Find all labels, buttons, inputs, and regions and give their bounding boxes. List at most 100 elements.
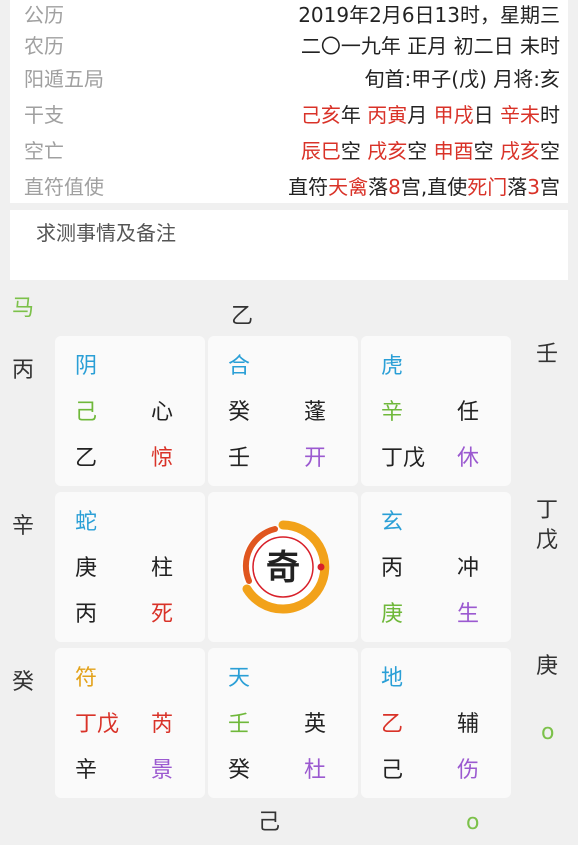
palace-god: 天 (228, 666, 251, 691)
palace-door: 惊 (151, 446, 174, 471)
info-label: 空亡 (24, 139, 64, 163)
kongwang-unit: 空 (473, 139, 500, 163)
palace-door: 杜 (304, 758, 327, 783)
kongwang-value: 辰巳空 戌亥空 申酉空 戌亥空 (301, 136, 560, 166)
palace-earth-stem: 丁戊 (381, 446, 426, 471)
palace-god: 地 (381, 666, 404, 691)
palace-heaven-stem: 庚 (75, 556, 98, 581)
outer-stem-right-bottom: 庚 (536, 654, 559, 679)
palace-star: 冲 (457, 556, 480, 581)
palace-dui[interactable]: 玄 丙 冲 庚 生 (361, 492, 511, 642)
ganzhi-unit: 月 (407, 103, 434, 127)
info-label: 干支 (24, 103, 64, 127)
kongwang-pair: 申酉 (433, 139, 474, 163)
kongwang-unit: 空 (540, 139, 560, 163)
palace-earth-stem: 庚 (381, 602, 404, 627)
outer-empty-circle-right: o (541, 720, 555, 745)
info-row-kongwang: 空亡 辰巳空 戌亥空 申酉空 戌亥空 (10, 136, 568, 166)
info-row-lunar-date: 农历 二〇一九年 正月 初二日 未时 (10, 31, 568, 61)
palace-god: 合 (228, 354, 251, 379)
outer-stem-right-top: 壬 (536, 342, 559, 367)
palace-star: 柱 (151, 556, 174, 581)
palace-heaven-stem: 癸 (228, 400, 251, 425)
palace-kun[interactable]: 虎 辛 任 丁戊 休 (361, 336, 511, 486)
zhifu-text: 宫,直使 (400, 175, 468, 199)
notes-field[interactable]: 求测事情及备注 (10, 210, 568, 280)
ganzhi-unit: 日 (473, 103, 500, 127)
outer-stem-left-bottom: 癸 (12, 670, 35, 695)
zhishi-palace-number: 3 (527, 175, 540, 199)
ganzhi-unit: 时 (540, 103, 560, 127)
palace-xun[interactable]: 阴 己 心 乙 惊 (55, 336, 205, 486)
palace-door: 景 (151, 758, 174, 783)
palace-god: 符 (75, 666, 98, 691)
info-row-solar-date: 公历 2019年2月6日13时，星期三 (10, 0, 568, 30)
ganzhi-unit: 年 (340, 103, 368, 127)
outer-stem-bottom: 己 (258, 810, 281, 835)
zhifu-text: 宫 (540, 175, 560, 199)
chart-info-panel: 公历 2019年2月6日13时，星期三 农历 二〇一九年 正月 初二日 未时 阳… (10, 0, 568, 203)
info-value: 旬首:甲子(戊) 月将:亥 (364, 67, 560, 91)
palace-heaven-stem: 丙 (381, 556, 404, 581)
qi-logo-icon: 奇 (241, 520, 330, 614)
zhifu-text: 直符 (288, 175, 329, 199)
notes-placeholder: 求测事情及备注 (36, 221, 176, 245)
palace-li[interactable]: 合 癸 蓬 壬 开 (208, 336, 358, 486)
palace-heaven-stem: 壬 (228, 712, 251, 737)
palace-heaven-stem: 己 (75, 400, 98, 425)
palace-god: 虎 (381, 354, 404, 379)
kongwang-pair: 戌亥 (500, 139, 540, 163)
palace-earth-stem: 癸 (228, 758, 251, 783)
info-label: 直符值使 (24, 175, 104, 199)
month-ganzhi: 丙寅 (367, 103, 408, 127)
horse-marker: 马 (12, 296, 35, 321)
palace-door: 伤 (457, 758, 480, 783)
palace-god: 阴 (75, 354, 98, 379)
info-value: 2019年2月6日13时，星期三 (298, 3, 560, 27)
hour-ganzhi: 辛未 (500, 103, 540, 127)
info-label: 阳遁五局 (24, 67, 104, 91)
palace-gen[interactable]: 符 丁戊 芮 辛 景 (55, 648, 205, 798)
palace-earth-stem: 丙 (75, 602, 98, 627)
kongwang-pair: 戌亥 (367, 139, 408, 163)
zhifu-value: 直符天禽落8宫,直使死门落3宫 (288, 172, 560, 202)
year-ganzhi: 己亥 (300, 103, 341, 127)
palace-heaven-stem: 丁戊 (75, 712, 120, 737)
outer-empty-circle-bottom: o (466, 810, 480, 835)
zhifu-palace-number: 8 (388, 175, 401, 199)
palace-star: 蓬 (304, 400, 327, 425)
palace-heaven-stem: 乙 (381, 712, 404, 737)
palace-kan[interactable]: 天 壬 英 癸 杜 (208, 648, 358, 798)
palace-door: 生 (457, 602, 480, 627)
kongwang-unit: 空 (340, 139, 368, 163)
palace-earth-stem: 乙 (75, 446, 98, 471)
palace-earth-stem: 己 (381, 758, 404, 783)
palace-door: 休 (457, 446, 480, 471)
info-row-dun-ju: 阳遁五局 旬首:甲子(戊) 月将:亥 (10, 64, 568, 94)
zhifu-text: 落 (507, 175, 528, 199)
info-row-zhifu-zhishi: 直符值使 直符天禽落8宫,直使死门落3宫 (10, 172, 568, 202)
info-row-ganzhi: 干支 己亥年 丙寅月 甲戌日 辛未时 (10, 100, 568, 130)
zhishi-door: 死门 (467, 175, 508, 199)
palace-earth-stem: 辛 (75, 758, 98, 783)
palace-qian[interactable]: 地 乙 辅 己 伤 (361, 648, 511, 798)
palace-door: 死 (151, 602, 174, 627)
zhifu-star: 天禽 (328, 175, 369, 199)
kongwang-unit: 空 (407, 139, 434, 163)
palace-star: 芮 (151, 712, 174, 737)
palace-heaven-stem: 辛 (381, 400, 404, 425)
info-label: 农历 (24, 34, 64, 58)
ganzhi-value: 己亥年 丙寅月 甲戌日 辛未时 (301, 100, 560, 130)
palace-star: 任 (457, 400, 480, 425)
palace-zhen[interactable]: 蛇 庚 柱 丙 死 (55, 492, 205, 642)
outer-stem-left-mid: 辛 (12, 514, 35, 539)
palace-star: 心 (151, 400, 174, 425)
info-value: 二〇一九年 正月 初二日 未时 (300, 34, 560, 58)
palace-star: 辅 (457, 712, 480, 737)
logo-glyph: 奇 (266, 548, 300, 588)
zhifu-text: 落 (368, 175, 389, 199)
outer-stem-left-top: 丙 (12, 358, 35, 383)
palace-god: 玄 (381, 510, 404, 535)
palace-god: 蛇 (75, 510, 98, 535)
palace-earth-stem: 壬 (228, 446, 251, 471)
